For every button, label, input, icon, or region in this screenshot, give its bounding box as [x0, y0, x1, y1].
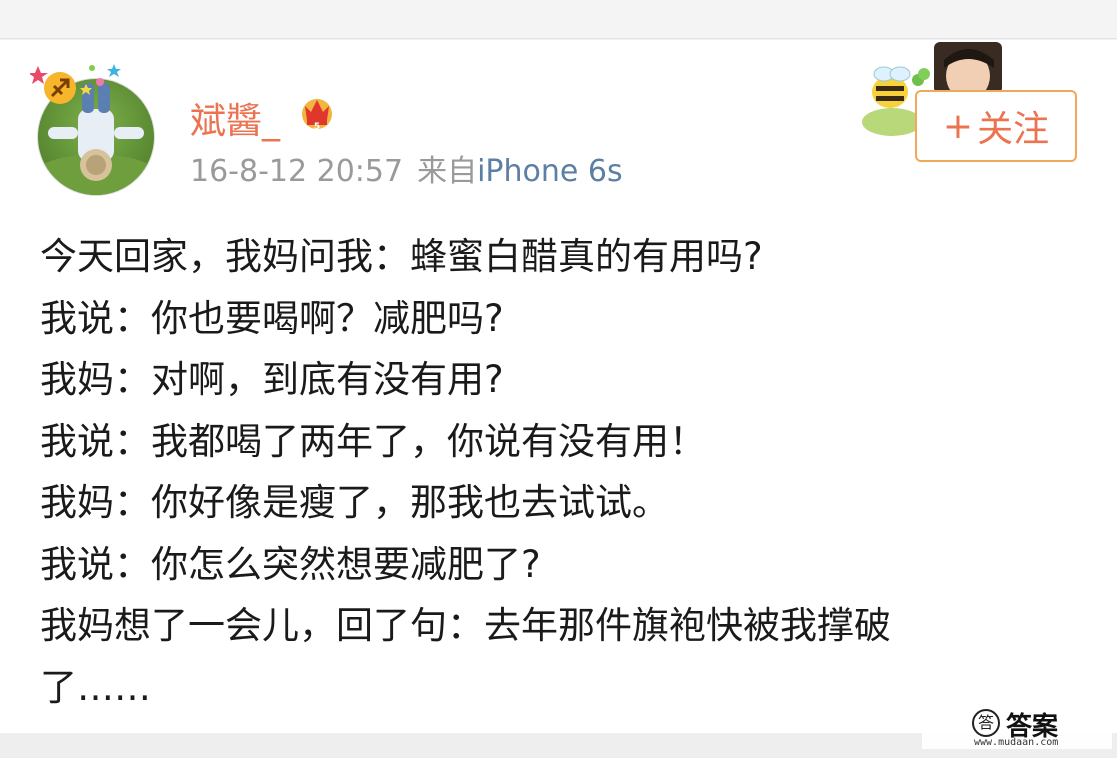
follow-label: 关注 — [977, 109, 1050, 150]
post-line: 我说：你也要喝啊？减肥吗? — [40, 296, 504, 340]
author-name[interactable]: 斌醬_ — [190, 92, 280, 144]
top-bar — [0, 0, 1117, 39]
plus-icon: + — [942, 105, 974, 147]
crown-vip-icon: 5 — [302, 99, 332, 132]
watermark-logo-icon: 答 — [972, 709, 1000, 737]
watermark: 答 答案 www.mudaan.com — [922, 705, 1112, 749]
post-line: 我妈：对啊，到底有没有用? — [40, 358, 504, 401]
sagittarius-badge-icon — [30, 64, 121, 104]
follow-button[interactable]: + 关注 — [915, 90, 1077, 162]
post-line: 我妈想了一会儿，回了句：去年那件旗袍快被我撑破 — [40, 604, 891, 647]
source-prefix: 来自 — [417, 154, 478, 189]
post-line: 我妈：你好像是瘦了，那我也去试试。 — [40, 481, 669, 524]
source-device[interactable]: iPhone 6s — [477, 154, 623, 189]
post-line: 今天回家，我妈问我：蜂蜜白醋真的有用吗? — [40, 235, 763, 278]
post-line: 了…… — [40, 665, 151, 709]
post-meta: 16-8-12 20:57 来自iPhone 6s — [190, 146, 623, 190]
watermark-url: www.mudaan.com — [974, 737, 1059, 748]
post-content: 今天回家，我妈问我：蜂蜜白醋真的有用吗? 我说：你也要喝啊？减肥吗? 我妈：对啊… — [40, 226, 1050, 718]
post-time: 16-8-12 20:57 — [190, 154, 404, 189]
post-line: 我说：你怎么突然想要减肥了? — [40, 542, 541, 586]
svg-text:5: 5 — [314, 122, 320, 132]
post-line: 我说：我都喝了两年了，你说有没有用！ — [40, 419, 706, 463]
